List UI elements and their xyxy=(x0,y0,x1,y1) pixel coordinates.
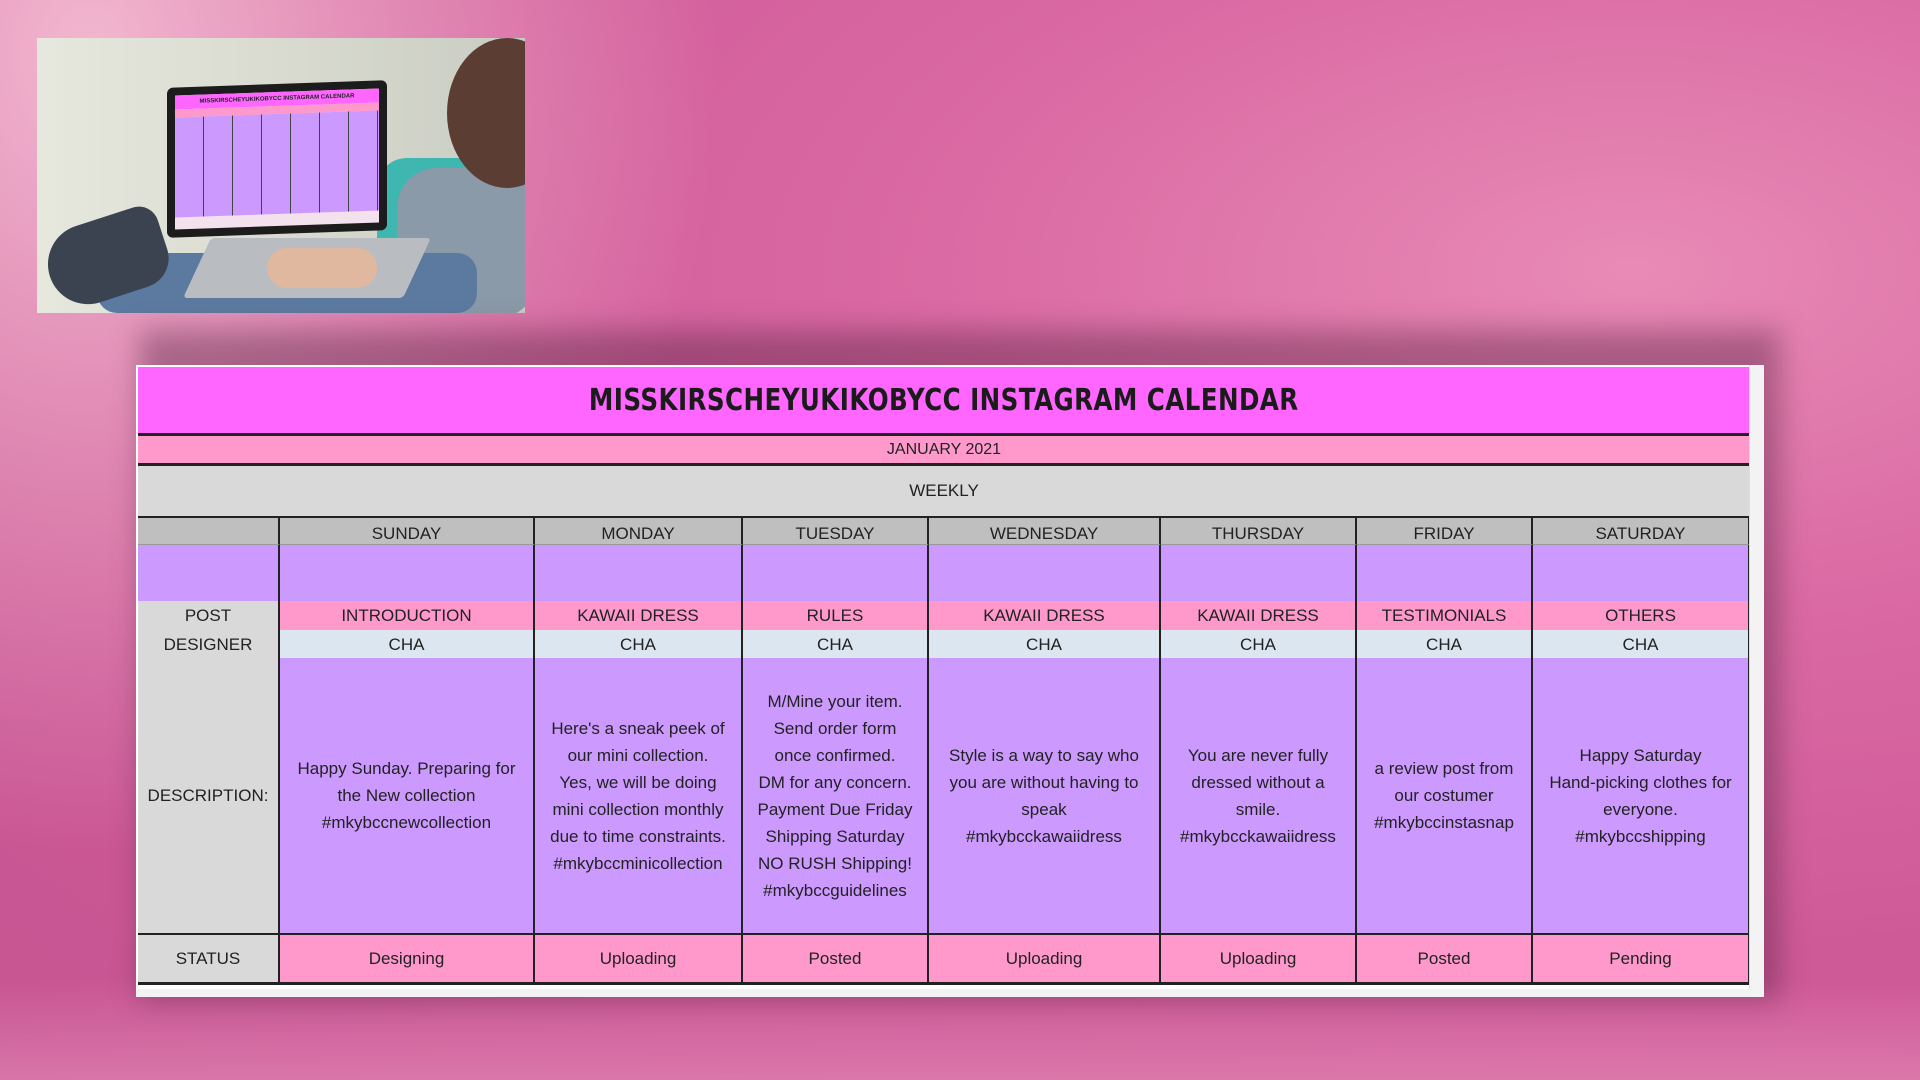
post-cell: KAWAII DRESS xyxy=(929,601,1161,630)
row-label-description: DESCRIPTION: xyxy=(138,658,280,933)
photo-mini-calendar: MISSKIRSCHEYUKIKOBYCC INSTAGRAM CALENDAR xyxy=(175,88,379,230)
sheet-bottom-gutter xyxy=(136,989,1764,997)
blank-cell xyxy=(743,545,929,601)
photo-laptop-screen: MISSKIRSCHEYUKIKOBYCC INSTAGRAM CALENDAR xyxy=(167,80,387,238)
post-cell: RULES xyxy=(743,601,929,630)
blank-cell xyxy=(138,545,280,601)
blank-cell xyxy=(1357,545,1533,601)
day-header-wednesday: WEDNESDAY xyxy=(929,518,1161,545)
designer-cell: CHA xyxy=(929,630,1161,658)
laptop-photo: MISSKIRSCHEYUKIKOBYCC INSTAGRAM CALENDAR xyxy=(37,38,525,313)
status-cell: Posted xyxy=(1357,933,1533,985)
calendar-grid: SUNDAY MONDAY TUESDAY WEDNESDAY THURSDAY… xyxy=(138,518,1750,985)
blank-cell xyxy=(535,545,743,601)
post-cell: KAWAII DRESS xyxy=(1161,601,1357,630)
status-cell: Uploading xyxy=(1161,933,1357,985)
status-cell: Designing xyxy=(280,933,535,985)
designer-cell: CHA xyxy=(280,630,535,658)
day-header-monday: MONDAY xyxy=(535,518,743,545)
post-cell: KAWAII DRESS xyxy=(535,601,743,630)
row-label-post: POST xyxy=(138,601,280,630)
status-cell: Uploading xyxy=(929,933,1161,985)
description-cell: M/Mine your item. Send order form once c… xyxy=(743,658,929,933)
status-cell: Posted xyxy=(743,933,929,985)
description-cell: Happy Sunday. Preparing for the New coll… xyxy=(280,658,535,933)
description-cell: Happy Saturday Hand-picking clothes for … xyxy=(1533,658,1750,933)
blank-cell xyxy=(1161,545,1357,601)
row-label-designer: DESIGNER xyxy=(138,630,280,658)
day-header-thursday: THURSDAY xyxy=(1161,518,1357,545)
header-corner-cell xyxy=(138,518,280,545)
status-cell: Pending xyxy=(1533,933,1750,985)
calendar-title: MISSKIRSCHEYUKIKOBYCC INSTAGRAM CALENDAR xyxy=(589,382,1299,418)
status-cell: Uploading xyxy=(535,933,743,985)
designer-cell: CHA xyxy=(1357,630,1533,658)
calendar-title-bar: MISSKIRSCHEYUKIKOBYCC INSTAGRAM CALENDAR xyxy=(138,367,1750,436)
day-header-saturday: SATURDAY xyxy=(1533,518,1750,545)
post-cell: TESTIMONIALS xyxy=(1357,601,1533,630)
day-header-tuesday: TUESDAY xyxy=(743,518,929,545)
calendar-month: JANUARY 2021 xyxy=(138,436,1750,466)
blank-cell xyxy=(929,545,1161,601)
day-header-sunday: SUNDAY xyxy=(280,518,535,545)
blank-cell xyxy=(280,545,535,601)
designer-cell: CHA xyxy=(1161,630,1357,658)
blank-cell xyxy=(1533,545,1750,601)
row-label-status: STATUS xyxy=(138,933,280,985)
photo-hands xyxy=(267,248,377,288)
description-cell: Style is a way to say who you are withou… xyxy=(929,658,1161,933)
day-header-friday: FRIDAY xyxy=(1357,518,1533,545)
designer-cell: CHA xyxy=(535,630,743,658)
sheet-right-gutter xyxy=(1749,365,1764,997)
designer-cell: CHA xyxy=(743,630,929,658)
description-cell: Here's a sneak peek of our mini collecti… xyxy=(535,658,743,933)
description-cell: You are never fully dressed without a sm… xyxy=(1161,658,1357,933)
calendar-sheet: MISSKIRSCHEYUKIKOBYCC INSTAGRAM CALENDAR… xyxy=(136,365,1764,997)
description-cell: a review post from our costumer #mkybcci… xyxy=(1357,658,1533,933)
designer-cell: CHA xyxy=(1533,630,1750,658)
post-cell: INTRODUCTION xyxy=(280,601,535,630)
post-cell: OTHERS xyxy=(1533,601,1750,630)
photo-mini-grid xyxy=(175,110,379,218)
calendar-period: WEEKLY xyxy=(138,466,1750,518)
